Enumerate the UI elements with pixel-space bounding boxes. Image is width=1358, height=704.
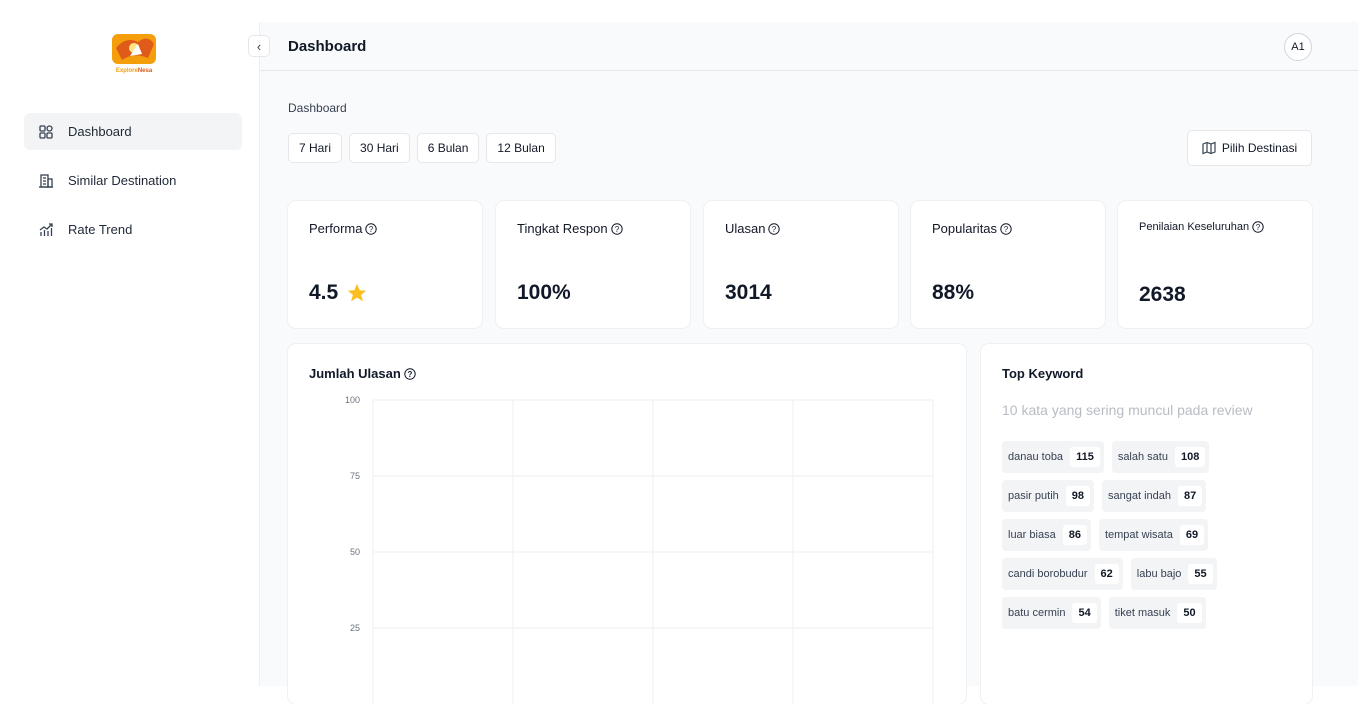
help-icon[interactable]: ?: [365, 222, 378, 235]
stat-card-ulasan: Ulasan ? 3014: [704, 201, 898, 328]
chart-y-tick-label: 25: [350, 623, 360, 633]
stat-label: Popularitas ?: [932, 221, 1012, 236]
keyword-chip[interactable]: sangat indah 87: [1102, 480, 1207, 512]
svg-text:?: ?: [772, 224, 777, 233]
svg-text:?: ?: [1256, 223, 1261, 232]
sidebar-item-rate-trend[interactable]: Rate Trend: [24, 211, 242, 248]
star-icon: [348, 283, 367, 302]
help-icon[interactable]: ?: [1000, 222, 1012, 235]
sidebar-item-label: Rate Trend: [68, 222, 133, 237]
stat-label-text: Performa: [309, 221, 363, 236]
keyword-count-badge: 69: [1179, 525, 1205, 545]
chart-plot-area: 100 75 50 25: [345, 395, 934, 704]
stat-value: 88%: [932, 281, 975, 304]
keyword-chip[interactable]: tiket masuk 50: [1108, 597, 1206, 629]
stat-label-text: Penilaian Keseluruhan: [1139, 221, 1250, 233]
top-keyword-subtitle: 10 kata yang sering muncul pada review: [1002, 402, 1253, 418]
main-content: Dashboard A1 Dashboard 7 Hari 30 Hari 6 …: [260, 22, 1358, 704]
keyword-word: pasir putih: [1008, 490, 1059, 502]
sidebar-item-label: Dashboard: [68, 124, 132, 139]
keyword-chip[interactable]: labu bajo 55: [1130, 558, 1217, 590]
stat-card-popularitas: Popularitas ? 88%: [911, 201, 1105, 328]
keyword-word: tempat wisata: [1104, 529, 1173, 541]
keyword-count-badge: 98: [1065, 486, 1091, 506]
stat-label-text: Popularitas: [932, 221, 998, 236]
keyword-word: danau toba: [1008, 451, 1064, 463]
sidebar-item-similar-destination[interactable]: Similar Destination: [24, 162, 242, 199]
collapse-sidebar-button[interactable]: ‹: [248, 35, 270, 57]
filter-12-bulan-button[interactable]: 12 Bulan: [486, 133, 556, 163]
sidebar-nav: Dashboard Similar Destination Rate Trend: [24, 113, 242, 260]
keyword-chip[interactable]: luar biasa 86: [1002, 519, 1091, 551]
top-keyword-title: Top Keyword: [1002, 366, 1084, 381]
chart-y-tick-label: 50: [350, 547, 360, 557]
stat-label: Performa ?: [309, 221, 378, 236]
chevron-left-icon: ‹: [256, 38, 262, 54]
stat-value: 100%: [517, 281, 571, 304]
keyword-chip[interactable]: batu cermin 54: [1002, 597, 1101, 629]
svg-text:?: ?: [369, 224, 374, 233]
keyword-word: salah satu: [1117, 451, 1168, 463]
top-keyword-card: Top Keyword 10 kata yang sering muncul p…: [981, 344, 1312, 704]
svg-text:?: ?: [1004, 224, 1009, 233]
chart-y-tick-label: 100: [345, 395, 360, 405]
keyword-list: danau toba 115 salah satu 108 pasir putih 98 s…: [1002, 441, 1292, 629]
sidebar-item-label: Similar Destination: [68, 173, 177, 188]
chart-y-tick-label: 75: [350, 471, 360, 481]
breadcrumb: Dashboard: [288, 101, 347, 115]
brand-logo-text: ExploreNesa: [115, 68, 153, 74]
grid-icon: [38, 124, 54, 140]
top-bar: Dashboard A1: [260, 22, 1358, 71]
stat-card-performa: Performa ? 4.5: [288, 201, 482, 328]
keyword-word: tiket masuk: [1114, 607, 1171, 619]
keyword-chip[interactable]: danau toba 115: [1002, 441, 1104, 473]
help-icon[interactable]: ?: [768, 222, 781, 235]
pilih-destinasi-label: Pilih Destinasi: [1221, 141, 1298, 155]
pilih-destinasi-button[interactable]: Pilih Destinasi: [1187, 130, 1312, 166]
keyword-word: candi borobudur: [1008, 568, 1088, 580]
stat-label: Ulasan ?: [725, 221, 781, 236]
keyword-chip[interactable]: salah satu 108: [1111, 441, 1210, 473]
keyword-word: labu bajo: [1136, 568, 1182, 580]
page-title: Dashboard: [288, 38, 367, 55]
trend-chart-icon: [38, 222, 54, 238]
chart-card-jumlah-ulasan: Jumlah Ulasan ? 100 75 50 25: [288, 344, 966, 704]
sidebar-item-dashboard[interactable]: Dashboard: [24, 113, 242, 150]
sidebar: ExploreNesa Dashboard Similar Destinatio…: [0, 0, 260, 686]
building-icon: [38, 173, 54, 189]
keyword-chip[interactable]: candi borobudur 62: [1002, 558, 1123, 590]
filter-6-bulan-button[interactable]: 6 Bulan: [416, 133, 480, 163]
keyword-count-badge: 50: [1177, 603, 1202, 623]
stat-card-tingkat-respon: Tingkat Respon ? 100%: [496, 201, 690, 328]
help-icon[interactable]: ?: [610, 222, 623, 235]
keyword-count-badge: 108: [1174, 447, 1206, 467]
keyword-count-badge: 55: [1188, 564, 1213, 584]
keyword-count-badge: 86: [1062, 525, 1087, 545]
stat-label-text: Ulasan: [725, 221, 766, 236]
stat-value: 4.5: [309, 281, 368, 305]
keyword-chip[interactable]: pasir putih 98: [1002, 480, 1095, 512]
keyword-count-badge: 87: [1178, 486, 1203, 506]
keyword-chip[interactable]: tempat wisata 69: [1098, 519, 1209, 551]
keyword-count-badge: 62: [1094, 564, 1119, 584]
stat-value: 3014: [725, 281, 772, 304]
period-filters: 7 Hari 30 Hari 6 Bulan 12 Bulan: [288, 133, 556, 163]
help-icon[interactable]: ?: [1252, 221, 1264, 233]
keyword-word: luar biasa: [1008, 529, 1056, 541]
svg-text:?: ?: [614, 224, 619, 233]
stat-card-penilaian-keseluruhan: Penilaian Keseluruhan ? 2638: [1118, 201, 1312, 328]
keyword-count-badge: 54: [1072, 603, 1097, 623]
stat-value: 2638: [1139, 283, 1186, 306]
filter-7-hari-button[interactable]: 7 Hari: [288, 133, 343, 163]
keyword-word: sangat indah: [1108, 490, 1172, 502]
avatar[interactable]: A1: [1284, 33, 1312, 61]
filter-30-hari-button[interactable]: 30 Hari: [349, 133, 410, 163]
stat-label: Tingkat Respon ?: [517, 221, 623, 236]
keyword-word: batu cermin: [1008, 607, 1066, 619]
keyword-count-badge: 115: [1070, 447, 1100, 467]
map-icon: [1202, 141, 1216, 155]
stat-value-text: 4.5: [309, 281, 339, 304]
stat-label-text: Tingkat Respon: [517, 221, 608, 236]
stat-label: Penilaian Keseluruhan ?: [1139, 221, 1264, 233]
